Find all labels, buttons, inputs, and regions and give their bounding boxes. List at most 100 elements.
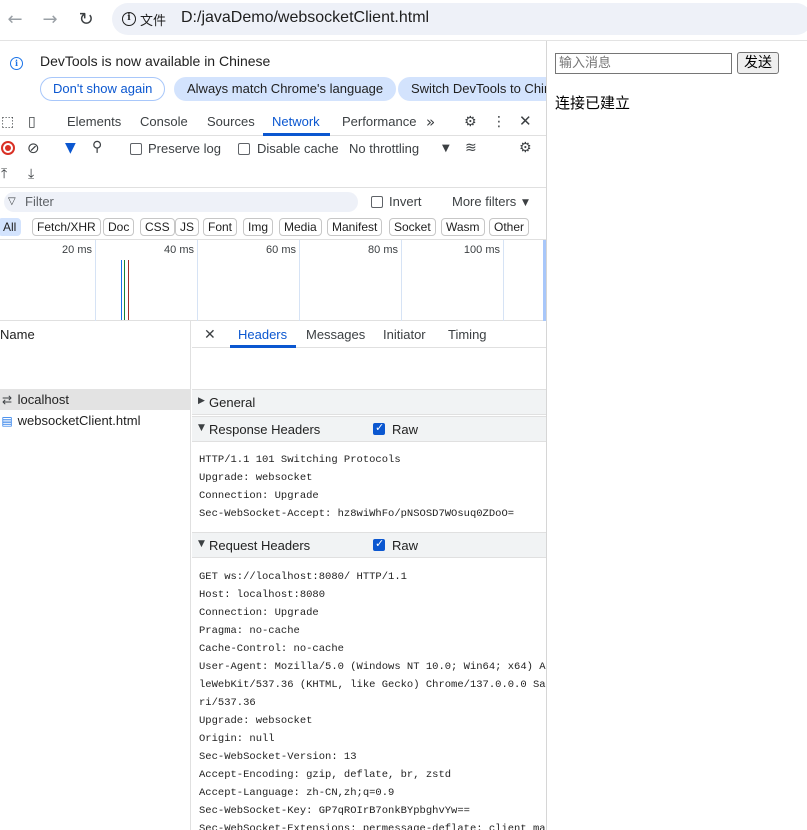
type-filter-img[interactable]: Img xyxy=(243,218,274,236)
header-line: leWebKit/537.36 (KHTML, like Gecko) Chro… xyxy=(199,679,547,691)
invert-checkbox[interactable] xyxy=(371,196,383,208)
url-text[interactable]: D:/javaDemo/websocketClient.html xyxy=(181,9,429,27)
tab-console[interactable]: Console xyxy=(140,114,188,129)
chevron-down-icon[interactable]: ▼ xyxy=(522,195,529,211)
more-filters-button[interactable]: More filters xyxy=(452,194,516,209)
dont-show-again-button[interactable]: Don't show again xyxy=(40,77,166,101)
header-line: Connection: Upgrade xyxy=(199,490,319,502)
expand-triangle-icon: ▶ xyxy=(198,396,205,406)
raw-checkbox[interactable] xyxy=(373,537,385,551)
header-line: Connection: Upgrade xyxy=(199,607,319,619)
clear-icon[interactable]: ⊘ xyxy=(27,140,40,156)
request-headers-section-header[interactable]: ▼ Request Headers Raw xyxy=(192,532,546,558)
type-filter-socket[interactable]: Socket xyxy=(389,218,436,236)
type-filter-all[interactable]: All xyxy=(0,218,22,236)
tab-elements[interactable]: Elements xyxy=(67,114,121,129)
raw-label: Raw xyxy=(392,422,419,437)
record-icon[interactable] xyxy=(1,141,15,155)
forward-arrow-icon[interactable]: → xyxy=(39,9,61,31)
disable-cache-label: Disable cache xyxy=(257,141,339,156)
header-line: Sec-WebSocket-Key: GP7qROIrB7onkBYpbghvY… xyxy=(199,805,470,817)
tab-timing[interactable]: Timing xyxy=(448,327,487,342)
active-detail-tab-indicator xyxy=(230,345,296,348)
general-section-header[interactable]: ▶ General xyxy=(192,389,546,415)
back-arrow-icon[interactable]: ← xyxy=(4,9,26,31)
name-column-header[interactable]: Name xyxy=(0,321,191,348)
section-title: General xyxy=(209,395,256,410)
language-infobar: i DevTools is now available in Chinese D… xyxy=(0,41,546,105)
info-icon: i xyxy=(10,57,23,70)
header-line: Accept-Language: zh-CN,zh;q=0.9 xyxy=(199,787,395,799)
reload-icon[interactable]: ↻ xyxy=(75,9,97,31)
gear-icon[interactable]: ⚙ xyxy=(464,114,477,130)
preserve-log-label: Preserve log xyxy=(148,141,221,156)
chevron-down-icon[interactable]: ▼ xyxy=(442,141,450,157)
kebab-menu-icon[interactable]: ⋮ xyxy=(492,114,506,130)
response-headers-raw: HTTP/1.1 101 Switching Protocols Upgrade… xyxy=(199,451,546,523)
type-filter-css[interactable]: CSS xyxy=(140,218,175,236)
search-icon[interactable]: ⚲ xyxy=(92,139,102,155)
match-language-button[interactable]: Always match Chrome's language xyxy=(174,77,397,101)
header-line: Host: localhost:8080 xyxy=(199,589,326,601)
message-input[interactable]: 输入消息 xyxy=(555,53,732,74)
request-name: localhost xyxy=(17,392,69,407)
filter-icon: ▽ xyxy=(8,196,16,207)
raw-checkbox[interactable] xyxy=(373,421,385,435)
request-detail-pane: ✕ Headers Messages Initiator Timing ▶ Ge… xyxy=(192,321,547,830)
tab-messages[interactable]: Messages xyxy=(306,327,365,342)
tab-network[interactable]: Network xyxy=(272,114,320,129)
close-icon[interactable]: ✕ xyxy=(519,113,532,129)
tab-performance[interactable]: Performance xyxy=(342,114,416,129)
site-info-label: 文件 xyxy=(140,13,167,29)
timeline-tick-label: 40 ms xyxy=(164,244,194,256)
timeline-range-handle[interactable] xyxy=(543,240,546,321)
site-info-chip[interactable]: i 文件 xyxy=(118,7,174,31)
filter-input[interactable] xyxy=(4,192,358,212)
send-button[interactable]: 发送 xyxy=(737,52,779,74)
header-line: Sec-WebSocket-Version: 13 xyxy=(199,751,357,763)
header-line: Upgrade: websocket xyxy=(199,472,313,484)
device-toolbar-icon[interactable]: ▯ xyxy=(28,114,36,130)
header-line: User-Agent: Mozilla/5.0 (Windows NT 10.0… xyxy=(199,661,547,673)
type-filter-doc[interactable]: Doc xyxy=(103,218,135,236)
tab-sources[interactable]: Sources xyxy=(207,114,255,129)
type-filter-fetch-xhr[interactable]: Fetch/XHR xyxy=(32,218,101,236)
section-title: Request Headers xyxy=(209,538,311,553)
type-filter-wasm[interactable]: Wasm xyxy=(441,218,485,236)
type-filter-manifest[interactable]: Manifest xyxy=(327,218,383,236)
websocket-icon: ⇄ xyxy=(1,393,13,407)
connection-status-text: 连接已建立 xyxy=(555,94,631,112)
type-filter-other[interactable]: Other xyxy=(489,218,530,236)
request-row-websocketclient[interactable]: ▤ websocketClient.html xyxy=(0,410,191,431)
type-filter-media[interactable]: Media xyxy=(279,218,322,236)
request-name: websocketClient.html xyxy=(17,413,141,428)
inspect-element-icon[interactable]: ⬚ xyxy=(1,114,14,130)
request-list: Name ⇄ localhost ▤ websocketClient.html xyxy=(0,321,191,830)
header-line: Accept-Encoding: gzip, deflate, br, zstd xyxy=(199,769,452,781)
header-line: Upgrade: websocket xyxy=(199,715,313,727)
raw-label: Raw xyxy=(392,538,419,553)
switch-language-button[interactable]: Switch DevTools to Chin xyxy=(398,77,546,101)
type-filter-js[interactable]: JS xyxy=(175,218,200,236)
detail-tabbar: ✕ Headers Messages Initiator Timing xyxy=(192,321,546,348)
devtools-tabbar: ⬚ ▯ Elements Console Sources Network Per… xyxy=(0,109,546,136)
close-icon[interactable]: ✕ xyxy=(204,327,216,343)
timeline-gridline xyxy=(401,240,402,321)
request-row-localhost[interactable]: ⇄ localhost xyxy=(0,389,191,410)
network-conditions-icon[interactable]: ≋ xyxy=(465,140,477,156)
network-settings-gear-icon[interactable]: ⚙ xyxy=(519,140,532,156)
more-tabs-icon[interactable]: » xyxy=(426,114,435,130)
import-har-icon[interactable]: ⤒ xyxy=(1,166,7,182)
header-line: Sec-WebSocket-Accept: hz8wiWhFo/pNSOSD7W… xyxy=(199,508,515,520)
throttling-select[interactable]: No throttling xyxy=(349,141,419,156)
preserve-log-checkbox[interactable] xyxy=(130,143,142,155)
disable-cache-checkbox[interactable] xyxy=(238,143,250,155)
tab-initiator[interactable]: Initiator xyxy=(383,327,426,342)
export-har-icon[interactable]: ⤓ xyxy=(28,166,34,182)
type-filter-font[interactable]: Font xyxy=(203,218,238,236)
network-overview-timeline[interactable]: 20 ms 40 ms 60 ms 80 ms 100 ms xyxy=(0,240,546,321)
timeline-tick-label: 80 ms xyxy=(368,244,398,256)
response-headers-section-header[interactable]: ▼ Response Headers Raw xyxy=(192,416,546,442)
filter-funnel-icon[interactable]: ▼ xyxy=(65,140,76,156)
tab-headers[interactable]: Headers xyxy=(238,327,287,342)
